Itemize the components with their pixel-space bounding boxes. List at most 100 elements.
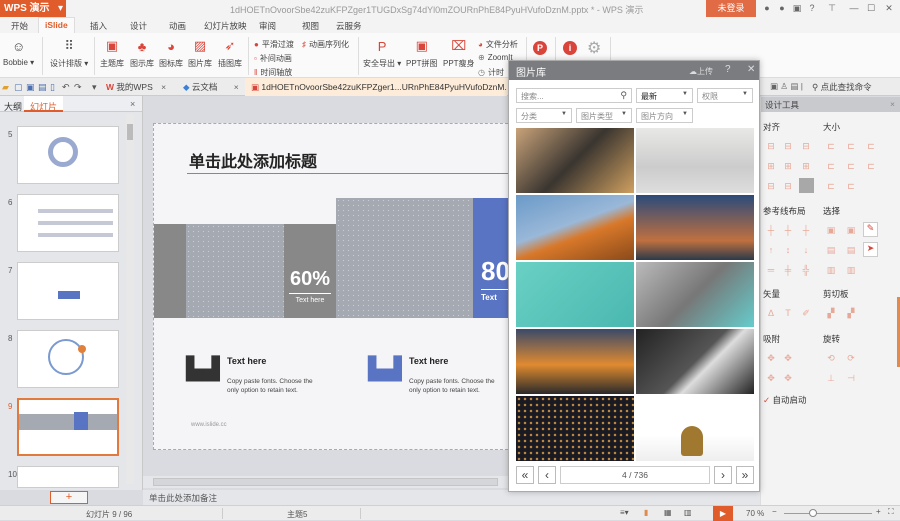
open-icon[interactable]: ▰ (2, 82, 9, 93)
slide-title[interactable]: 单击此处添加标题 (189, 148, 317, 172)
first-page-button[interactable]: « (516, 466, 534, 484)
guide-icon[interactable]: ═ (766, 265, 776, 275)
image-night-building[interactable] (516, 396, 634, 461)
help-button[interactable]: ? (725, 64, 731, 75)
settings-icon[interactable]: ● (777, 3, 787, 13)
guide-icon[interactable]: ↑ (766, 245, 776, 255)
slide-thumbnail[interactable] (17, 262, 119, 320)
export-pdf-icon[interactable]: ▣ (26, 82, 35, 93)
last-page-button[interactable]: » (736, 466, 754, 484)
copy-icon[interactable]: ▞ (826, 308, 836, 318)
image-turquoise-texture[interactable] (516, 262, 634, 327)
close-icon[interactable]: ✕ (747, 64, 755, 75)
maximize-icon[interactable]: ☐ (866, 3, 876, 13)
same-size-icon[interactable]: ⊏ (866, 141, 876, 151)
info-icon[interactable]: i (563, 41, 577, 55)
tab-my-wps[interactable]: W 我的WPS × (106, 81, 166, 93)
zoom-out-button[interactable]: − (772, 507, 777, 516)
close-icon[interactable]: × (161, 82, 166, 92)
thumbnail-scrollbar[interactable] (126, 114, 134, 484)
snap-icon[interactable]: ✥ (783, 373, 793, 383)
tab-animation[interactable]: 动画 (169, 20, 186, 32)
command-search[interactable]: ⚲ 点此查找命令 (812, 81, 872, 93)
distribute-v-icon[interactable]: ⊟ (783, 181, 793, 191)
sort-select[interactable]: 最新 ▼ (636, 88, 693, 103)
guide-icon[interactable]: ↓ (801, 245, 811, 255)
minimize-icon[interactable]: — (849, 3, 859, 13)
pin-icon[interactable]: ⊤ (827, 3, 837, 13)
license-select[interactable]: 权限 ▼ (697, 88, 753, 103)
select-icon[interactable]: ▥ (846, 265, 856, 275)
select-icon[interactable]: ▤ (846, 245, 856, 255)
rotate-icon[interactable]: ⟲ (826, 353, 836, 363)
page-indicator[interactable]: 4 / 736 (560, 466, 710, 484)
guide-icon[interactable]: ╪ (783, 265, 793, 275)
user-button[interactable]: ☺ Bobbie ▾ (3, 37, 34, 68)
slide-thumbnail-selected[interactable] (17, 398, 119, 456)
ppt-collage-button[interactable]: ▣ PPT拼图 (406, 37, 438, 69)
islide-p-icon[interactable]: P (533, 41, 547, 55)
tab-cloud[interactable]: 云服务 (336, 20, 362, 32)
app-menu-button[interactable]: WPS 演示 ▾ (0, 0, 66, 17)
vector-icon[interactable]: ∆ (766, 308, 776, 318)
sorter-view-icon[interactable]: ▦ (664, 508, 672, 517)
tween-button[interactable]: ▫ 补间动画 (254, 53, 292, 64)
size-icon[interactable]: ⊏ (826, 181, 836, 191)
flip-icon[interactable]: ⊥ (826, 373, 836, 383)
diagram-lib-button[interactable]: ♣ 图示库 (130, 37, 154, 69)
feedback-icon[interactable]: ▣ (792, 3, 802, 13)
design-layout-button[interactable]: ⠿ 设计排版 ▾ (50, 37, 88, 69)
tab-insert[interactable]: 插入 (90, 20, 107, 32)
same-width-icon[interactable]: ⊏ (826, 141, 836, 151)
tab-cloud-docs[interactable]: ◆ 云文档 × (183, 81, 239, 93)
redo-icon[interactable]: ↷ (74, 82, 82, 93)
prev-page-button[interactable]: ‹ (538, 466, 556, 484)
image-desert-dune[interactable] (516, 195, 634, 260)
tab-outline[interactable]: 大纲 (4, 100, 22, 113)
zoom-slider[interactable] (784, 509, 872, 517)
snap-icon[interactable]: ✥ (766, 353, 776, 363)
normal-view-icon[interactable]: ▮ (644, 508, 648, 517)
login-button[interactable]: 未登录 (706, 0, 756, 17)
gear-icon[interactable]: ⚙ (587, 38, 601, 58)
search-input[interactable]: 搜索... ⚲ (516, 88, 632, 103)
slide-thumbnail[interactable] (17, 194, 119, 252)
pen-icon[interactable]: ✐ (801, 308, 811, 318)
tab-review[interactable]: 审阅 (259, 20, 276, 32)
notes-pane[interactable]: 单击此处添加备注 (143, 490, 760, 505)
auto-start-checkbox[interactable]: ✓ 自动启动 (763, 394, 807, 406)
tab-design[interactable]: 设计 (130, 20, 147, 32)
skin-icon[interactable]: ● (762, 3, 772, 13)
same-height-icon[interactable]: ⊏ (846, 141, 856, 151)
tab-slides[interactable]: 幻灯片 (24, 96, 64, 112)
file-analysis-button[interactable]: ◕ 文件分析 (478, 39, 518, 50)
timeline-button[interactable]: ǁ 时间轴放 (254, 67, 292, 78)
align-top-icon[interactable]: ⊞ (766, 161, 776, 171)
smooth-transition-button[interactable]: ● 平滑过渡 (254, 39, 294, 50)
theme-lib-button[interactable]: ▣ 主题库 (100, 37, 124, 69)
guide-icon[interactable]: ↕ (783, 245, 793, 255)
image-sunset[interactable] (516, 329, 634, 394)
select-icon[interactable]: ▣ (846, 225, 856, 235)
illustration-lib-button[interactable]: ➶ 插图库 (218, 37, 242, 69)
align-middle-icon[interactable]: ⊞ (783, 161, 793, 171)
save-icon[interactable]: ▢ (14, 82, 23, 93)
zoom-in-button[interactable]: + (876, 507, 881, 516)
help-icon[interactable]: ? (807, 3, 817, 13)
print-icon[interactable]: ▤ (38, 82, 47, 93)
safe-export-button[interactable]: P 安全导出 ▾ (363, 37, 401, 69)
notes-toggle-icon[interactable]: ≡▾ (620, 508, 629, 517)
format-brush-icon[interactable]: ✎ (863, 222, 878, 237)
rotate-icon[interactable]: ⟳ (846, 353, 856, 363)
slide-thumbnail[interactable] (17, 330, 119, 388)
tab-home[interactable]: 开始 (11, 20, 28, 32)
add-slide-button[interactable]: + (50, 491, 88, 504)
tab-slideshow[interactable]: 幻灯片放映 (204, 20, 247, 32)
image-meeting-room[interactable] (636, 128, 754, 193)
toolbar-icons[interactable]: ▣ ♙ ▤ | (770, 81, 803, 92)
close-icon[interactable]: × (130, 99, 135, 109)
photo-placeholder[interactable] (336, 198, 473, 318)
tab-view[interactable]: 视图 (302, 20, 319, 32)
photo-placeholder[interactable] (186, 224, 284, 318)
image-lib-button[interactable]: ▨ 图片库 (188, 37, 212, 69)
